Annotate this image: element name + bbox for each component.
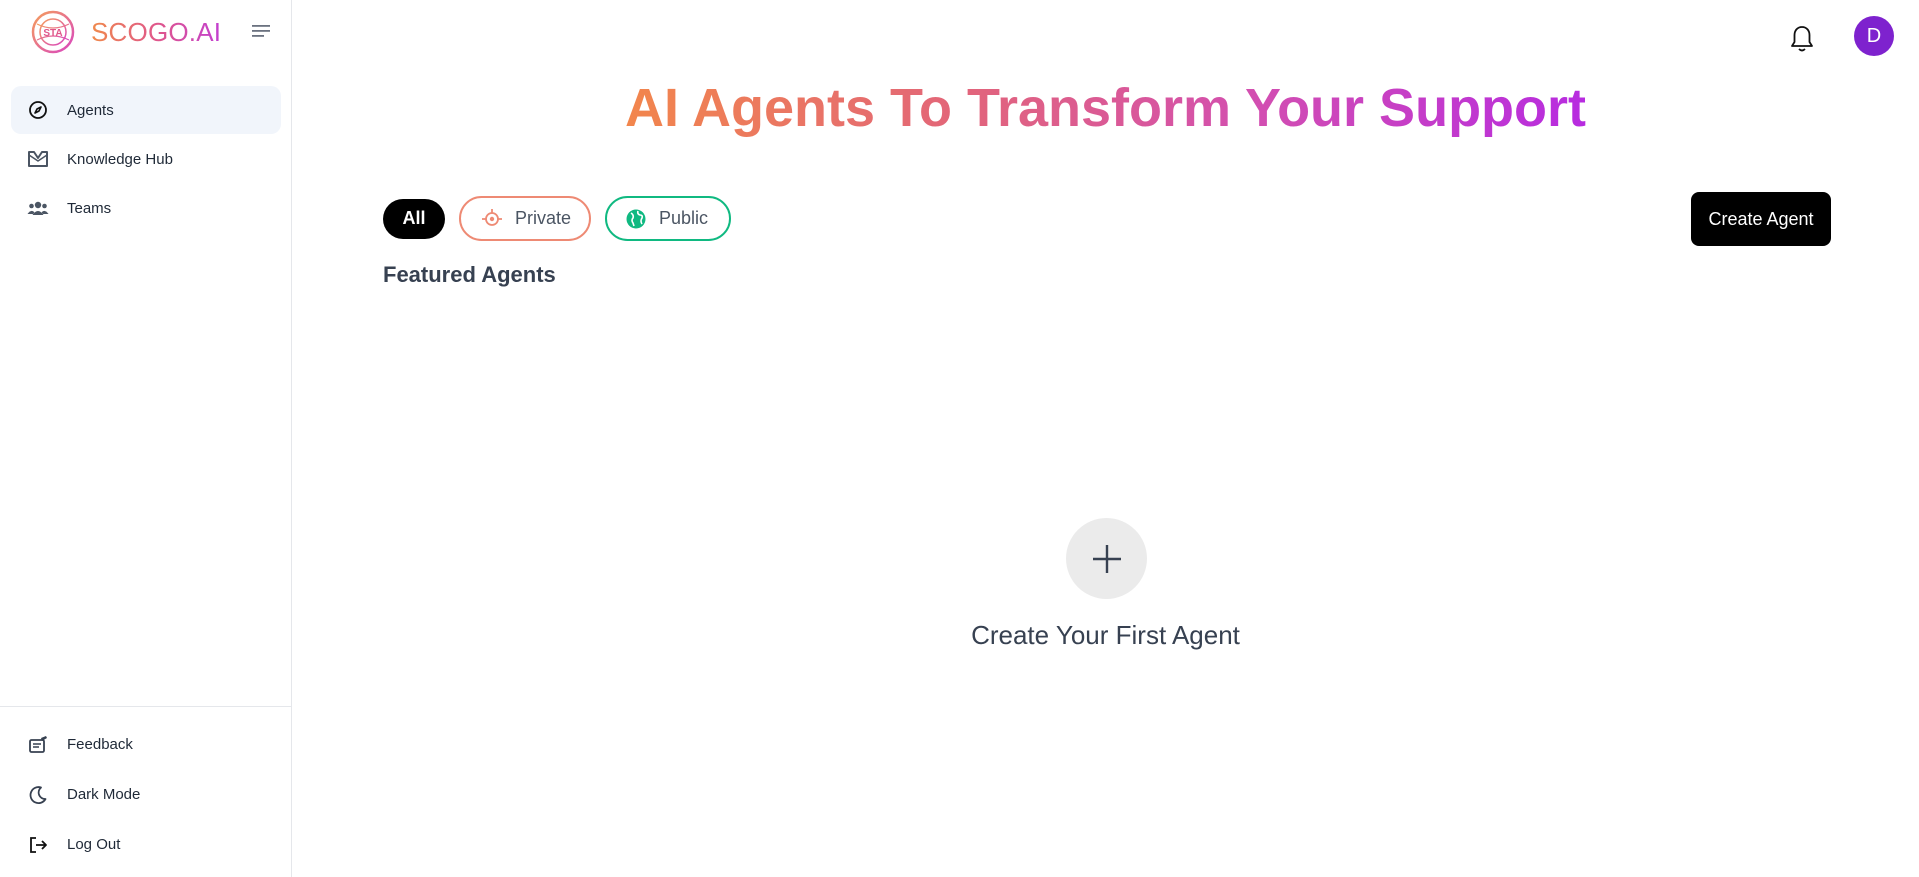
- brand[interactable]: STA SCOGO.AI: [31, 10, 221, 54]
- sidebar-item-label: Knowledge Hub: [67, 150, 173, 168]
- filter-public-label: Public: [659, 208, 709, 228]
- filter-all-button[interactable]: All: [383, 198, 445, 239]
- private-icon: [481, 208, 503, 230]
- notification-bell-icon[interactable]: [1788, 24, 1816, 54]
- sidebar-item-label: Dark Mode: [67, 786, 141, 803]
- sidebar-item-agents[interactable]: Agents: [11, 86, 281, 134]
- brand-logo: STA: [31, 10, 75, 54]
- sidebar-item-knowledge-hub[interactable]: Knowledge Hub: [11, 135, 281, 183]
- sidebar-item-label: Feedback: [67, 736, 133, 753]
- sidebar-item-label: Agents: [67, 101, 114, 119]
- filter-private-button[interactable]: Private: [459, 196, 591, 241]
- logout-icon: [27, 834, 49, 856]
- agent-filter-group: All Private Public: [383, 196, 731, 241]
- user-avatar[interactable]: D: [1854, 16, 1894, 56]
- feedback-icon: [27, 734, 49, 756]
- brand-name: SCOGO.AI: [91, 16, 222, 47]
- compass-icon: [27, 99, 49, 121]
- create-agent-button[interactable]: Create Agent: [1691, 192, 1831, 246]
- sidebar-item-teams[interactable]: Teams: [11, 184, 281, 232]
- globe-icon: [625, 208, 647, 230]
- brand-logo-text: STA: [43, 28, 62, 39]
- sidebar-item-dark-mode[interactable]: Dark Mode: [11, 770, 281, 819]
- plus-icon: [1092, 544, 1121, 573]
- filter-private-label: Private: [515, 208, 572, 228]
- sidebar-item-label: Teams: [67, 199, 112, 217]
- empty-state-label: Create Your First Agent: [971, 620, 1240, 650]
- moon-icon: [27, 784, 49, 806]
- sidebar-bottom-nav: Feedback Dark Mode Log Out: [11, 720, 281, 870]
- menu-toggle-icon[interactable]: [250, 22, 272, 40]
- create-first-agent-button[interactable]: [1066, 518, 1147, 599]
- filter-public-button[interactable]: Public: [605, 196, 731, 241]
- page-title: AI Agents To Transform Your Support: [624, 78, 1587, 138]
- featured-agents-heading: Featured Agents: [383, 262, 556, 287]
- sidebar-divider: [0, 706, 292, 707]
- sidebar: STA SCOGO.AI Agents Knowledge Hub Teams: [0, 0, 292, 877]
- users-icon: [27, 197, 49, 219]
- sidebar-item-log-out[interactable]: Log Out: [11, 820, 281, 869]
- sidebar-nav: Agents Knowledge Hub Teams: [11, 86, 281, 233]
- sidebar-item-feedback[interactable]: Feedback: [11, 720, 281, 769]
- sidebar-item-label: Log Out: [67, 836, 121, 853]
- book-icon: [27, 148, 49, 170]
